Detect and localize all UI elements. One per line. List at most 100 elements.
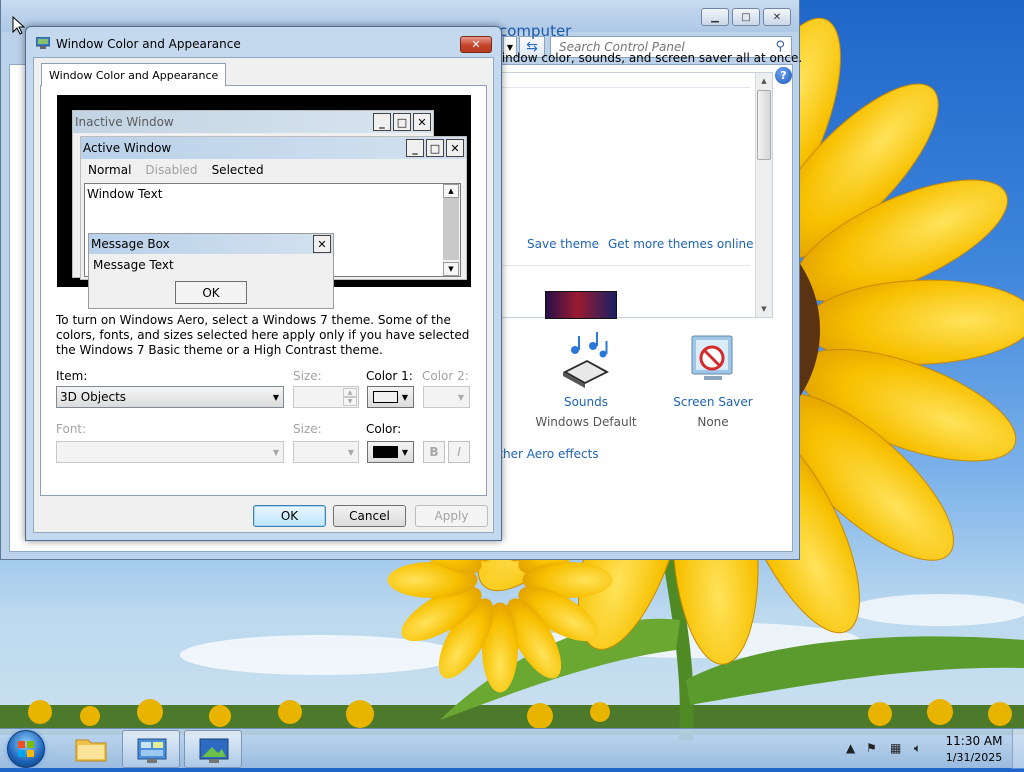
- dialog-title: Window Color and Appearance: [56, 37, 241, 51]
- scroll-thumb: [443, 198, 459, 260]
- scroll-up-icon: ▲: [443, 184, 459, 198]
- scroll-thumb[interactable]: [757, 90, 771, 160]
- close-icon: ✕: [413, 113, 431, 131]
- chevron-down-icon: ▼: [347, 448, 354, 457]
- color1-swatch: [373, 391, 398, 403]
- scroll-down-icon: ▼: [443, 262, 459, 276]
- windows-logo-icon: [18, 741, 34, 757]
- save-theme-link[interactable]: Save theme: [527, 237, 599, 251]
- menu-normal[interactable]: Normal: [88, 163, 131, 179]
- screen-saver-value: None: [697, 415, 729, 429]
- close-icon: ✕: [446, 139, 464, 157]
- dialog-close-button[interactable]: ✕: [460, 36, 492, 53]
- themes-scrollbar[interactable]: ▲ ▼: [755, 73, 772, 317]
- menu-selected[interactable]: Selected: [212, 163, 264, 179]
- minimize-icon: _: [373, 113, 391, 131]
- chevron-down-icon: ▼: [401, 393, 408, 402]
- maximize-icon: □: [426, 139, 444, 157]
- font-size-select[interactable]: ▼: [293, 441, 359, 463]
- apply-button[interactable]: Apply: [415, 505, 488, 527]
- page-description: window color, sounds, and screen saver a…: [492, 51, 803, 65]
- appearance-preview[interactable]: Inactive Window _ □ ✕ Active Window _ □: [57, 95, 471, 309]
- sounds-value: Windows Default: [535, 415, 637, 429]
- help-icon[interactable]: ?: [775, 67, 792, 84]
- maximize-icon: □: [393, 113, 411, 131]
- font-label: Font:: [56, 422, 87, 436]
- volume-muted-icon[interactable]: 🔈︎: [914, 741, 921, 756]
- color1-picker[interactable]: ▼: [367, 386, 414, 408]
- message-ok-button[interactable]: OK: [175, 281, 247, 304]
- sounds-link[interactable]: Sounds: [521, 395, 651, 409]
- chevron-down-icon: ▼: [343, 397, 357, 406]
- window-color-dialog: Window Color and Appearance ✕ Window Col…: [25, 26, 502, 541]
- control-panel-icon: [137, 738, 167, 763]
- font-size-label: Size:: [293, 422, 322, 436]
- italic-button[interactable]: I: [448, 441, 470, 463]
- dialog-titlebar[interactable]: Window Color and Appearance ✕: [26, 27, 501, 57]
- sounds-setting[interactable]: Sounds Windows Default: [521, 332, 651, 429]
- color1-label: Color 1:: [366, 369, 413, 383]
- menu-disabled[interactable]: Disabled: [145, 163, 197, 179]
- maximize-icon: □: [741, 11, 751, 23]
- taskbar-explorer-button[interactable]: [62, 730, 120, 768]
- size-label: Size:: [293, 369, 322, 383]
- taskbar-personalization-button[interactable]: [184, 730, 242, 768]
- divider: [495, 87, 750, 88]
- item-select-value: 3D Objects: [60, 390, 127, 404]
- font-color-swatch: [373, 446, 398, 458]
- preview-message-box[interactable]: Message Box ✕ Message Text OK: [88, 233, 334, 309]
- minimize-button[interactable]: ▁: [701, 8, 729, 26]
- close-icon: ✕: [772, 11, 782, 23]
- scroll-up-icon[interactable]: ▲: [756, 73, 772, 89]
- window-caption-buttons: ▁ □ ✕: [701, 8, 791, 26]
- tab-window-color[interactable]: Window Color and Appearance: [41, 63, 227, 86]
- close-icon: ✕: [313, 235, 331, 253]
- taskbar-control-panel-button[interactable]: [122, 730, 180, 768]
- inactive-window-title: Inactive Window: [75, 115, 174, 129]
- screen-saver-link[interactable]: Screen Saver: [648, 395, 778, 409]
- color2-label: Color 2:: [422, 369, 469, 383]
- action-center-flag-icon[interactable]: ⚑: [866, 741, 877, 755]
- message-box-title: Message Box: [91, 237, 170, 251]
- close-button[interactable]: ✕: [763, 8, 791, 26]
- minimize-icon: _: [406, 139, 424, 157]
- aero-effects-link[interactable]: other Aero effects: [491, 447, 599, 461]
- tab-panel: Inactive Window _ □ ✕ Active Window _ □: [40, 85, 487, 496]
- dialog-body: Window Color and Appearance Inactive Win…: [33, 57, 494, 533]
- chevron-down-icon: ▼: [457, 393, 464, 402]
- preview-scrollbar[interactable]: ▲ ▼: [443, 184, 460, 276]
- start-button[interactable]: [7, 730, 45, 768]
- clock-time[interactable]: 11:30 AM: [944, 734, 1004, 748]
- chevron-down-icon: ▼: [272, 448, 279, 457]
- themes-list[interactable]: Save theme Get more themes online ▲ ▼: [488, 72, 773, 319]
- page-title: computer: [499, 22, 572, 40]
- item-select[interactable]: 3D Objects ▼: [56, 386, 284, 408]
- show-hidden-icons-icon[interactable]: ▲: [846, 741, 855, 755]
- font-select[interactable]: ▼: [56, 441, 284, 463]
- network-icon[interactable]: ▦: [890, 741, 901, 755]
- more-themes-link[interactable]: Get more themes online: [608, 237, 754, 251]
- bold-button[interactable]: B: [423, 441, 445, 463]
- theme-thumbnail[interactable]: [545, 291, 617, 319]
- active-window-title: Active Window: [83, 141, 172, 155]
- divider: [495, 265, 750, 266]
- display-settings-icon: [199, 738, 229, 763]
- maximize-button[interactable]: □: [732, 8, 760, 26]
- taskbar: ▲ ⚑ ▦ 🔈︎ 11:30 AM 1/31/2025: [0, 728, 1024, 769]
- font-color-picker[interactable]: ▼: [367, 441, 414, 463]
- window-text: Window Text: [87, 187, 163, 201]
- item-label: Item:: [56, 369, 88, 383]
- color2-picker[interactable]: ▼: [423, 386, 470, 408]
- item-size-stepper[interactable]: ▲ ▼: [293, 386, 359, 408]
- screen-saver-setting[interactable]: Screen Saver None: [648, 332, 778, 429]
- cancel-button[interactable]: Cancel: [333, 505, 406, 527]
- sounds-icon: [563, 332, 609, 388]
- minimize-icon: ▁: [711, 11, 719, 23]
- folder-icon: [75, 739, 107, 762]
- scroll-down-icon[interactable]: ▼: [756, 301, 772, 317]
- screen-saver-icon: [691, 335, 733, 380]
- display-settings-icon: [36, 37, 50, 49]
- show-desktop-button[interactable]: [1012, 729, 1024, 769]
- clock-date[interactable]: 1/31/2025: [940, 751, 1008, 764]
- ok-button[interactable]: OK: [253, 505, 326, 527]
